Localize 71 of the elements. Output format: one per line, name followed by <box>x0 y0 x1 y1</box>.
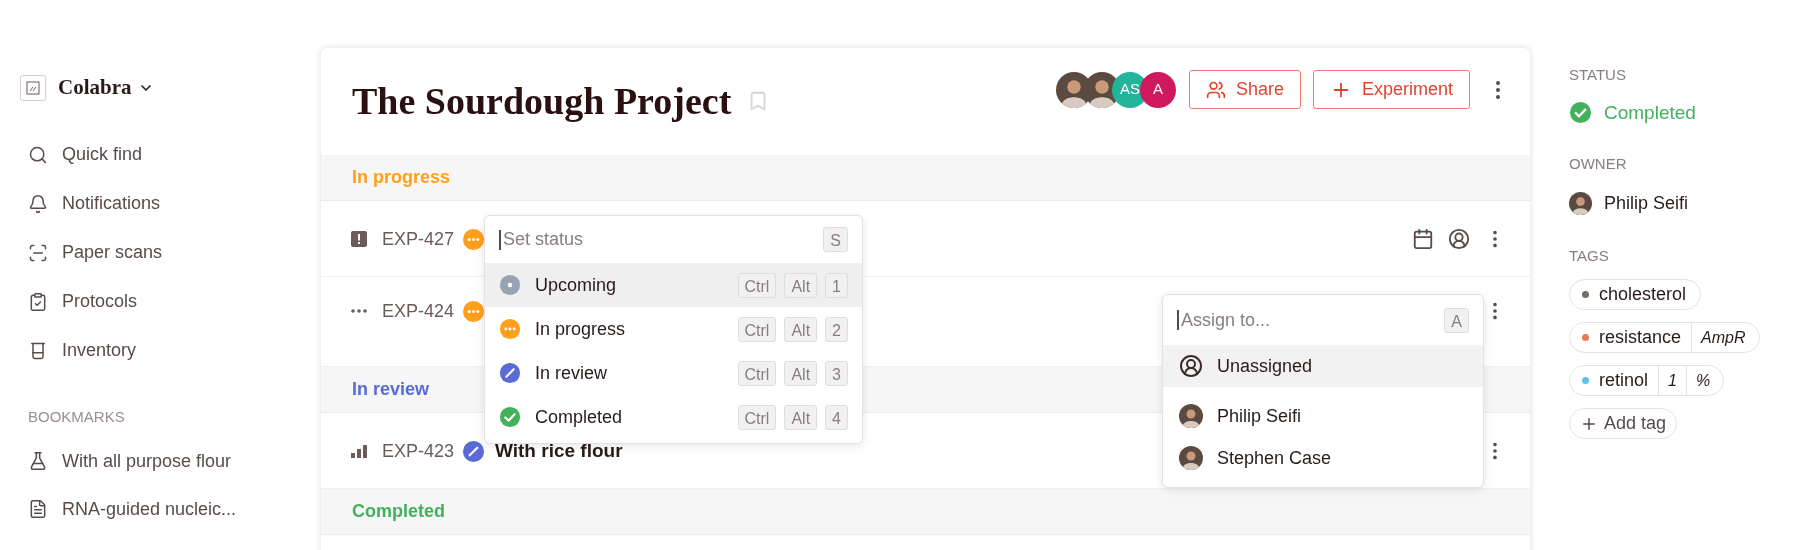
group-label: In progress <box>352 166 451 189</box>
shortcut-key: Ctrl <box>737 360 777 386</box>
bookmark-item[interactable]: With all purpose flour <box>28 446 321 476</box>
beaker-icon <box>28 340 48 361</box>
tag-value: 1 <box>1658 366 1686 395</box>
experiment-title: With rice flour <box>495 439 623 463</box>
shortcut-key: 4 <box>825 404 848 430</box>
clipboard-icon <box>28 291 48 312</box>
assignee-option[interactable]: Unassigned <box>1163 345 1483 387</box>
group-label: In review <box>352 378 430 401</box>
sidebar-item[interactable]: Inventory <box>28 335 321 366</box>
logo-icon <box>26 80 40 95</box>
avatar: A <box>1139 71 1176 108</box>
shortcut-key: Ctrl <box>737 404 777 430</box>
pencil-status-icon <box>462 439 485 463</box>
shortcut-key: Ctrl <box>737 272 777 298</box>
shortcut-key: Ctrl <box>737 316 777 342</box>
pencil-status-icon <box>499 362 521 384</box>
avatar <box>1569 191 1592 215</box>
bookmark-item[interactable]: RNA-guided nucleic... <box>28 494 321 524</box>
signal-bars-icon <box>350 443 368 459</box>
assign-search-field[interactable]: Assign to... <box>1177 306 1445 334</box>
share-button[interactable]: Share <box>1188 70 1301 109</box>
add-experiment-button[interactable]: Experiment <box>1312 70 1470 109</box>
section-heading: BOOKMARKS <box>27 406 126 427</box>
no-priority-icon <box>350 308 368 314</box>
calendar-icon[interactable] <box>1412 228 1434 250</box>
sidebar-item[interactable]: Protocols <box>28 286 321 317</box>
tag-value: AmpR <box>1691 323 1755 352</box>
people-icon <box>1205 79 1226 100</box>
person-circle-icon <box>1179 354 1203 378</box>
check-status-icon <box>1569 101 1592 125</box>
avatar <box>1179 446 1203 470</box>
search-icon <box>28 144 48 165</box>
section-heading: STATUS <box>1569 65 1627 85</box>
flask-icon <box>28 451 48 471</box>
shortcut-key: S <box>823 227 848 252</box>
status-option[interactable]: In progress Ctrl Alt 2 <box>485 307 862 351</box>
shortcut-key: Alt <box>784 360 818 386</box>
document-icon <box>28 499 48 519</box>
experiment-id: EXP-423 <box>382 440 456 463</box>
bell-icon <box>28 193 48 214</box>
project-title: The Sourdough Project <box>352 82 732 120</box>
status-search-field[interactable]: Set status <box>499 226 824 253</box>
scan-icon <box>28 242 48 263</box>
shortcut-key: 3 <box>825 360 848 386</box>
sidebar-item[interactable]: Notifications <box>28 188 321 219</box>
in-progress-status-icon <box>499 318 521 340</box>
assignee-option[interactable]: Stephen Case <box>1163 437 1483 479</box>
urgent-priority-icon <box>350 230 368 248</box>
section-heading: OWNER <box>1569 154 1628 174</box>
experiment-id: EXP-424 <box>382 300 456 323</box>
check-status-icon <box>499 406 521 428</box>
shortcut-key: Alt <box>784 272 818 298</box>
shortcut-key: A <box>1444 307 1469 333</box>
section-heading: TAGS <box>1569 245 1610 266</box>
owner-value[interactable]: Philip Seifi <box>1569 189 1800 217</box>
upcoming-status-icon <box>499 274 521 296</box>
sidebar-item[interactable]: Quick find <box>28 139 321 170</box>
experiment-id: EXP-427 <box>382 228 456 251</box>
sidebar-item[interactable]: Paper scans <box>28 237 321 268</box>
workspace-switcher[interactable]: Colabra <box>58 72 154 104</box>
tag-value: % <box>1685 366 1720 395</box>
status-option[interactable]: Upcoming Ctrl Alt 1 <box>485 263 862 307</box>
shortcut-key: 1 <box>825 272 848 298</box>
assignee-icon[interactable] <box>1448 228 1470 250</box>
group-label: Completed <box>352 500 445 523</box>
shortcut-key: Alt <box>784 316 818 342</box>
avatar <box>1179 404 1203 428</box>
shortcut-key: 2 <box>825 316 848 342</box>
shortcut-key: Alt <box>784 404 818 430</box>
